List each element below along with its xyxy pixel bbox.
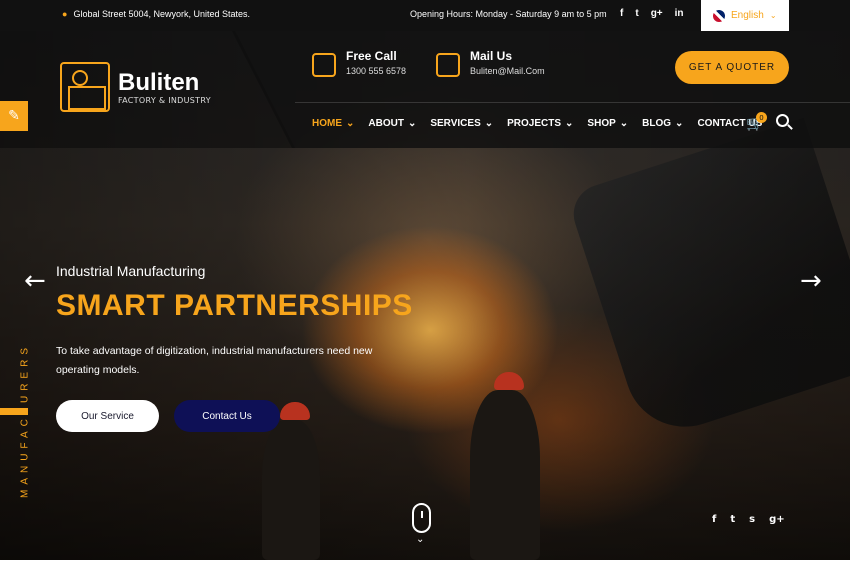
google-plus-icon[interactable]: g+ (651, 8, 663, 19)
brand-name: Buliten (118, 68, 200, 96)
mail-address[interactable]: Buliten@Mail.Com (470, 66, 545, 76)
chevron-down-icon: ⌄ (565, 118, 574, 129)
opening-hours: Opening Hours: Monday - Saturday 9 am to… (410, 9, 607, 19)
chevron-down-icon: ⌄ (407, 118, 417, 129)
hero-social-links: f t s g+ (712, 514, 785, 525)
free-call: Free Call 1300 555 6578 (312, 49, 406, 77)
main-nav: HOME ⌄ ABOUT ⌄ SERVICES ⌄ PROJECTS ⌄ SHOP ⌄ B… (312, 118, 776, 129)
site-logo[interactable]: Buliten FACTORY & INDUSTRY (60, 62, 211, 112)
hero-description: To take advantage of digitization, indus… (56, 345, 373, 376)
next-slide-arrow-icon[interactable]: → (800, 266, 822, 296)
prev-slide-arrow-icon[interactable]: ← (24, 266, 46, 296)
scroll-down-chevron-icon: ⌄ (416, 534, 425, 545)
nav-about[interactable]: ABOUT ⌄ (368, 118, 416, 129)
location-pin-icon: ● (62, 9, 68, 19)
uk-flag-icon (713, 9, 725, 22)
address-text: Global Street 5004, Newyork, United Stat… (73, 9, 251, 19)
facebook-icon[interactable]: f (620, 8, 623, 19)
brush-icon[interactable]: ✎ (0, 101, 28, 131)
nav-label: BLOG (642, 118, 672, 129)
cart-count-badge: 0 (756, 112, 767, 123)
nav-label: SERVICES (430, 118, 481, 129)
our-service-button[interactable]: Our Service (56, 400, 159, 432)
nav-blog[interactable]: BLOG ⌄ (642, 118, 683, 129)
mail-us: Mail Us Buliten@Mail.Com (436, 49, 545, 77)
chevron-down-icon: ⌄ (675, 118, 684, 129)
chevron-down-icon: ⌄ (346, 118, 355, 129)
vertical-accent-bar (0, 408, 28, 415)
facebook-icon[interactable]: f (712, 514, 716, 525)
contact-us-button[interactable]: Contact Us (174, 400, 280, 432)
language-label: English (731, 10, 764, 21)
top-bar: ● Global Street 5004, Newyork, United St… (0, 0, 850, 31)
nav-label: ABOUT (368, 118, 404, 129)
vertical-label: MANUFACTURERS (18, 325, 32, 525)
top-social-links: f t g+ in (620, 8, 684, 19)
nav-projects[interactable]: PROJECTS ⌄ (507, 118, 573, 129)
chevron-down-icon: ⌄ (619, 118, 629, 129)
nav-label: PROJECTS (507, 118, 562, 129)
mail-icon (436, 53, 460, 77)
hero-kicker: Industrial Manufacturing (56, 263, 206, 279)
nav-shop[interactable]: SHOP ⌄ (587, 118, 628, 129)
call-number[interactable]: 1300 555 6578 (346, 66, 406, 76)
worker-silhouette (470, 390, 540, 560)
mail-title: Mail Us (470, 49, 513, 63)
chevron-down-icon: ⌄ (769, 11, 777, 20)
phone-icon (312, 53, 336, 77)
vertical-label-text: MANUFACTURERS (19, 343, 31, 499)
brand-tagline: FACTORY & INDUSTRY (118, 95, 211, 105)
get-a-quote-button[interactable]: GET A QUOTER (675, 51, 789, 84)
factory-logo-icon (60, 62, 110, 112)
nav-label: HOME (312, 118, 342, 129)
skype-icon[interactable]: s (749, 514, 755, 525)
twitter-icon[interactable]: t (730, 514, 735, 525)
scroll-mouse-icon[interactable] (412, 503, 431, 533)
nav-label: SHOP (587, 118, 616, 129)
address: ● Global Street 5004, Newyork, United St… (62, 9, 250, 19)
language-selector[interactable]: English ⌄ (701, 0, 789, 31)
nav-services[interactable]: SERVICES ⌄ (430, 118, 493, 129)
search-icon[interactable] (776, 114, 789, 127)
call-title: Free Call (346, 49, 397, 63)
linkedin-icon[interactable]: in (675, 8, 684, 19)
bottom-strip (0, 560, 850, 567)
google-plus-icon[interactable]: g+ (769, 514, 785, 525)
worker-silhouette-2 (262, 420, 320, 560)
twitter-icon[interactable]: t (635, 8, 638, 19)
chevron-down-icon: ⌄ (484, 118, 494, 129)
hero-headline: SMART PARTNERSHIPS (56, 289, 413, 322)
nav-home[interactable]: HOME ⌄ (312, 118, 354, 129)
header-divider (295, 102, 850, 103)
